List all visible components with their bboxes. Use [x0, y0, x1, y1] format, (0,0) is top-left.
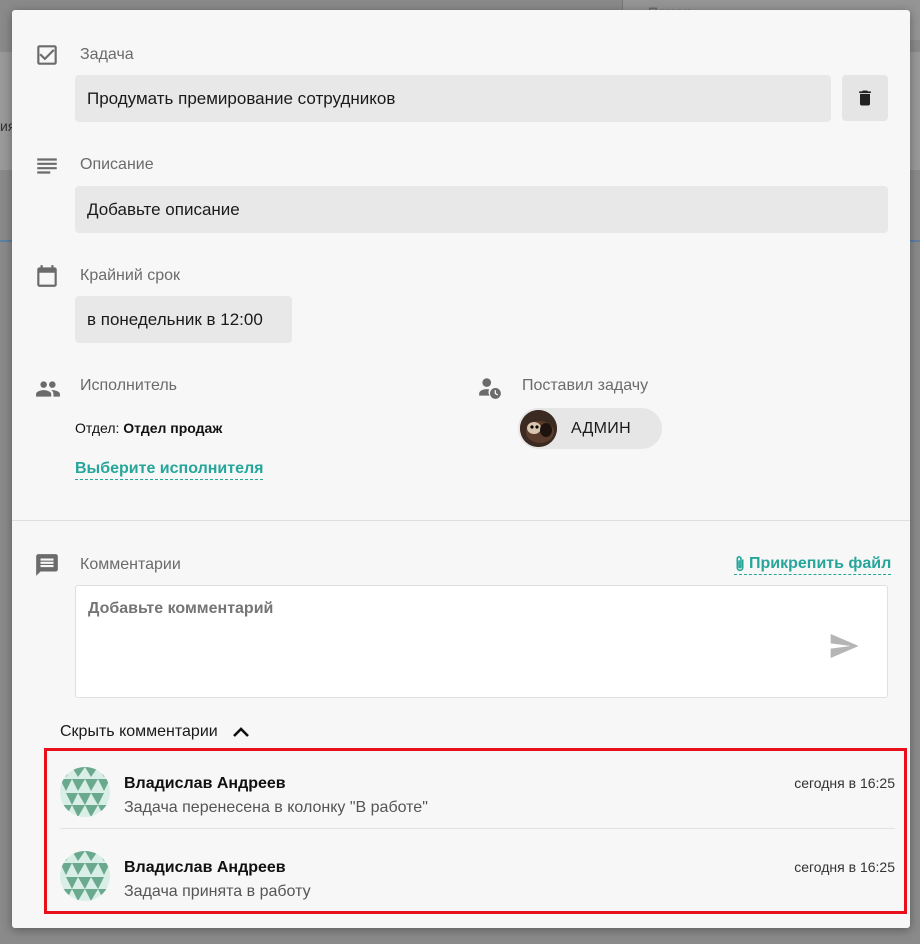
description-label: Описание — [80, 156, 154, 173]
hide-comments-label: Скрыть комментарии — [60, 723, 218, 740]
list-item: Владислав Андреев сегодня в 16:25 Задача… — [60, 851, 895, 921]
calendar-icon — [34, 263, 60, 289]
comment-separator — [60, 828, 895, 829]
avatar — [60, 767, 110, 817]
comment-author: Владислав Андреев — [124, 859, 286, 876]
task-title-field[interactable]: Продумать премирование сотрудников — [75, 75, 831, 122]
deadline-label: Крайний срок — [80, 267, 181, 284]
checkbox-icon — [34, 42, 60, 68]
task-dialog: Задача Продумать премирование сотруднико… — [12, 10, 910, 928]
assignee-label: Исполнитель — [80, 377, 178, 394]
task-label: Задача — [80, 46, 134, 63]
comment-author: Владислав Андреев — [124, 775, 286, 792]
deadline-field[interactable]: в понедельник в 12:00 — [75, 296, 292, 343]
department-info: Отдел: Отдел продаж — [75, 420, 222, 436]
assigner-chip[interactable]: АДМИН — [518, 408, 662, 449]
hide-comments-toggle[interactable]: Скрыть комментарии — [60, 723, 250, 741]
chevron-up-icon — [232, 727, 249, 737]
comment-placeholder: Добавьте комментарий — [88, 600, 274, 617]
comment-time: сегодня в 16:25 — [794, 775, 895, 791]
comments-label: Комментарии — [80, 556, 181, 573]
department-prefix: Отдел: — [75, 420, 120, 436]
assigner-name: АДМИН — [571, 419, 631, 437]
choose-assignee-link[interactable]: Выберите исполнителя — [75, 460, 264, 480]
send-icon[interactable] — [825, 630, 863, 667]
comment-input[interactable]: Добавьте комментарий — [75, 585, 888, 698]
comment-icon — [34, 552, 60, 578]
description-field[interactable]: Добавьте описание — [75, 186, 888, 233]
avatar — [60, 851, 110, 901]
section-divider — [12, 520, 910, 521]
attach-file-link[interactable]: Прикрепить файл — [734, 555, 892, 575]
background-line — [910, 240, 920, 242]
avatar — [520, 410, 557, 447]
comment-text: Задача принята в работу — [124, 883, 311, 900]
comment-time: сегодня в 16:25 — [794, 859, 895, 875]
list-item: Владислав Андреев сегодня в 16:25 Задача… — [60, 767, 895, 837]
trash-icon — [859, 90, 871, 106]
attach-file-label: Прикрепить файл — [749, 555, 892, 572]
assigner-label: Поставил задачу — [522, 377, 649, 394]
delete-button[interactable] — [842, 75, 888, 121]
paperclip-icon — [736, 556, 744, 572]
people-icon — [34, 376, 60, 402]
notes-icon — [34, 153, 60, 179]
department-name: Отдел продаж — [123, 420, 223, 436]
comment-text: Задача перенесена в колонку "В работе" — [124, 799, 428, 816]
background-line — [0, 240, 12, 242]
user-clock-icon — [476, 375, 502, 401]
